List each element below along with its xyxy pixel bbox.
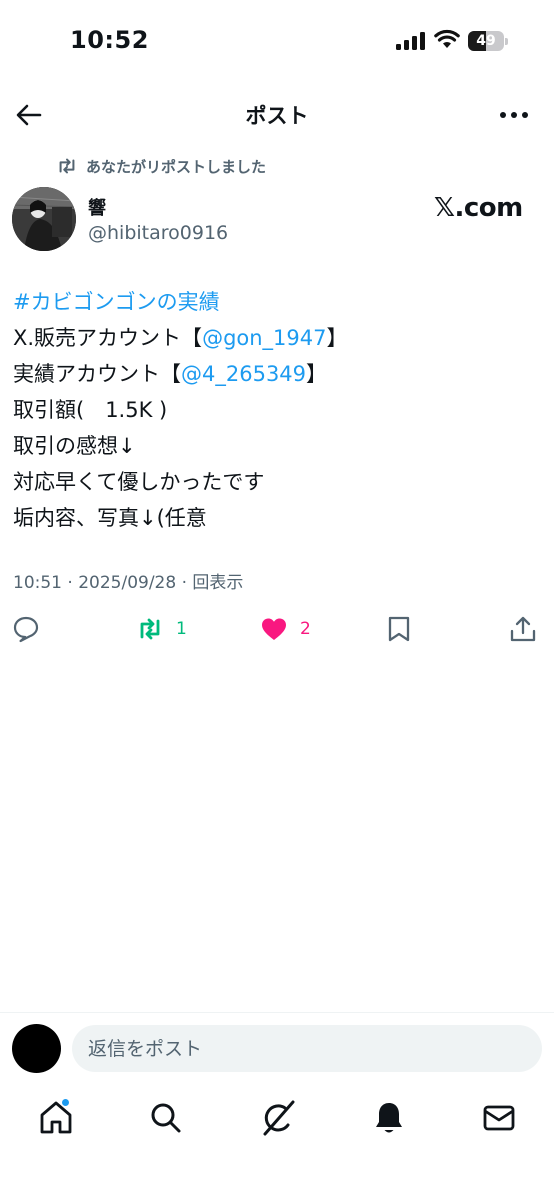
- bookmark-icon: [388, 616, 410, 642]
- tab-search[interactable]: [146, 1098, 186, 1138]
- battery-indicator: 49: [468, 31, 508, 51]
- tab-messages[interactable]: [479, 1098, 519, 1138]
- tab-home[interactable]: [36, 1098, 76, 1138]
- my-avatar[interactable]: [12, 1024, 61, 1073]
- repost-count: 1: [176, 619, 187, 639]
- notifications-icon: [376, 1103, 402, 1133]
- battery-level: 49: [476, 33, 496, 49]
- cellular-signal-icon: [396, 32, 425, 50]
- repost-banner-text: あなたがリポストしました: [86, 157, 267, 176]
- tweet-text-segment: 】: [326, 326, 348, 350]
- tweet-text-segment: 】: [306, 362, 328, 386]
- tweet-line: 対応早くて優しかったです: [13, 470, 265, 494]
- repost-button[interactable]: 1: [136, 614, 187, 644]
- messages-icon: [483, 1105, 515, 1131]
- hashtag-link[interactable]: #カビゴンゴンの実績: [13, 290, 220, 314]
- repost-banner: あなたがリポストしました: [56, 155, 266, 177]
- reply-button[interactable]: [12, 614, 40, 644]
- tweet-text-segment: 実績アカウント【: [13, 362, 181, 386]
- more-options-icon[interactable]: [498, 102, 530, 128]
- tweet-line: 取引額( 1.5K ): [13, 398, 168, 422]
- home-icon: [40, 1101, 72, 1134]
- page-title: ポスト: [245, 104, 309, 128]
- author-handle[interactable]: @hibitaro0916: [88, 222, 228, 244]
- wifi-icon: [434, 29, 460, 48]
- status-time: 10:52: [70, 26, 149, 54]
- author-avatar[interactable]: [12, 187, 76, 251]
- tweet-line: #カビゴンゴンの実績: [13, 284, 541, 320]
- bookmark-button[interactable]: [385, 614, 413, 644]
- tweet-text-segment: X.販売アカウント【: [13, 326, 203, 350]
- like-count: 2: [300, 619, 311, 639]
- action-bar: 1 2: [0, 610, 554, 648]
- reply-icon: [13, 616, 39, 643]
- tab-grok[interactable]: [258, 1098, 298, 1138]
- tweet-text: #カビゴンゴンの実績 X.販売アカウント【@gon_1947】 実績アカウント【…: [13, 284, 541, 536]
- repost-icon: [140, 618, 160, 640]
- status-bar: 10:52 49: [0, 0, 554, 80]
- nav-bar: ポスト: [0, 88, 554, 142]
- heart-icon: [262, 618, 286, 640]
- tab-notifications[interactable]: [369, 1098, 409, 1138]
- search-icon: [151, 1103, 181, 1133]
- reply-compose-bar: [0, 1012, 554, 1082]
- tweet-line: 取引の感想↓: [13, 434, 136, 458]
- tweet-line: 垢内容、写真↓(任意: [13, 506, 207, 530]
- mention-link[interactable]: @gon_1947: [202, 326, 326, 350]
- tweet-line: X.販売アカウント【@gon_1947】: [13, 320, 541, 356]
- reply-input[interactable]: [72, 1025, 542, 1072]
- mention-link[interactable]: @4_265349: [181, 362, 306, 386]
- share-button[interactable]: [509, 614, 537, 644]
- grok-icon: [263, 1100, 295, 1136]
- tweet-line: 実績アカウント【@4_265349】: [13, 356, 541, 392]
- author-display-name[interactable]: 響: [88, 194, 106, 220]
- repost-small-icon: [59, 158, 75, 174]
- home-unread-dot: [61, 1098, 70, 1107]
- back-arrow-icon[interactable]: [14, 100, 44, 130]
- bottom-tab-bar: [0, 1086, 554, 1148]
- share-icon: [510, 616, 536, 642]
- xcom-logo: 𝕏.com: [434, 193, 523, 223]
- like-button[interactable]: 2: [260, 614, 311, 644]
- tweet-timestamp: 10:51 · 2025/09/28 · 回表示: [13, 573, 244, 593]
